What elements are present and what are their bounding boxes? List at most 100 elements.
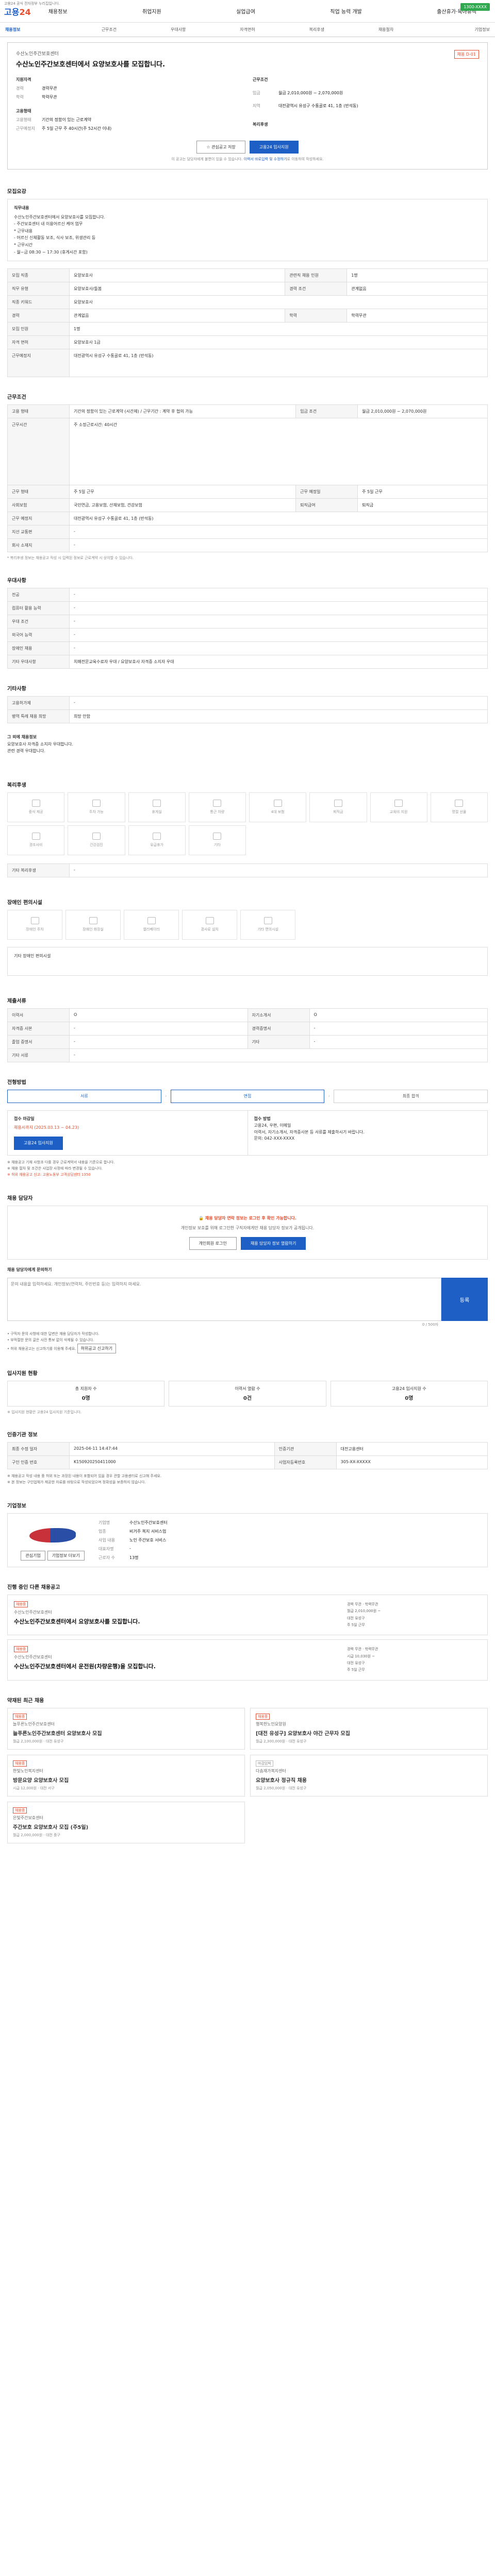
tab-welfare[interactable]: 복리후생 [282, 27, 351, 32]
cell-key: 임금 조건 [295, 404, 358, 419]
welfare-item: 퇴직금 [309, 792, 367, 822]
cell-key: 근무 형태 [7, 485, 70, 499]
pension-icon [334, 800, 342, 807]
procedure-flow: 서류 › 면접 › 최종 합격 [7, 1089, 488, 1103]
gnav-item[interactable]: 실업급여 [232, 7, 259, 15]
cell-key: 사업자등록번호 [274, 1455, 337, 1470]
report-button[interactable]: 허위공고 신고하기 [77, 1343, 117, 1354]
note-line: ※ 채용공고 기재 사항과 다를 경우 근로계약서 내용을 기준으로 합니다. [7, 1160, 115, 1165]
scrap-button[interactable]: ☆ 관심공고 저장 [196, 141, 245, 154]
logo-num: 24 [19, 7, 31, 17]
scrap-label: 관심공고 저장 [211, 145, 236, 149]
tab-license[interactable]: 자격면허 [213, 27, 282, 32]
follow-company-button[interactable]: 관심기업 [21, 1551, 45, 1561]
recent-card-title[interactable]: 방문요양 요양보호사 모집 [13, 1776, 239, 1784]
cell-key: 근무예정지 [7, 349, 70, 378]
cell-val: - [69, 538, 488, 553]
recent-org: 행복한노인요양원 [256, 1721, 286, 1726]
cell-key: 모집 직종 [7, 268, 70, 283]
cell-val: 관계없음 [346, 282, 488, 296]
contact-actions: 개인회원 로그인 채용 담당자 정보 열람하기 [17, 1237, 478, 1250]
method-title: 접수 방법 [254, 1116, 271, 1121]
tab-conditions[interactable]: 근무조건 [74, 27, 143, 32]
recent-card[interactable]: 마감임박 다솜재가복지센터 요양보호사 정규직 채용 월급 2,050,000원 · … [250, 1754, 488, 1797]
qa-input[interactable] [7, 1278, 441, 1321]
recent-card-title[interactable]: 주간보호 요양보호사 모집 (주5일) [13, 1823, 239, 1831]
docs-table: 이력서 O 자기소개서 O 자격증 사본 - 경력증명서 - 졸업 증명서 - 기타 - 기타 서… [7, 1008, 488, 1062]
contact-warn-text: 채용 담당자 연락 정보는 로그인 후 확인 가능합니다. [205, 1216, 296, 1221]
bus-icon [213, 800, 222, 807]
cell-val: - [69, 1048, 488, 1062]
disab-label: 경사로 설치 [201, 927, 219, 932]
cell-val: 퇴직금 [357, 498, 488, 513]
contact-info-button[interactable]: 채용 담당자 정보 열람하기 [240, 1237, 306, 1250]
recent-card[interactable]: 채용중 행복한노인요양원 [대전 유성구] 요양보호사 야간 근무자 모집 월급 2,… [250, 1707, 488, 1750]
company-logo-col: 관심기업 기업정보 더보기 [14, 1520, 91, 1561]
cell-val: - [69, 615, 488, 629]
job-desc-label: 직무내용 [14, 206, 29, 210]
tab-prefer[interactable]: 우대사항 [144, 27, 213, 32]
job-desc-line: - 월~금 08:30 ~ 17:30 (휴게시간 포함) [14, 249, 88, 255]
recent-card-title[interactable]: 늘푸른노인주간보호센터 요양보호사 모집 [13, 1729, 239, 1737]
job-card-main: 채용중 수산노인주간보호센터 수산노인주간보호센터에서 요양보호사를 모집합니다… [14, 1601, 347, 1629]
company-key: 기업명 [98, 1520, 110, 1526]
bullet-line: • 구직자 문의 사항에 대한 답변은 채용 담당자가 작성합니다. [7, 1332, 100, 1336]
apply-button[interactable]: 고용24 입사지원 [249, 141, 299, 154]
gnav-item[interactable]: 직업 능력 개발 [326, 7, 366, 15]
site-logo[interactable]: 고용24 [4, 5, 31, 18]
note-line: ※ 채용 절차 및 조건은 사업장 사정에 따라 변경될 수 있습니다. [7, 1166, 103, 1171]
tab-recruit[interactable]: 채용정보 [5, 27, 74, 32]
welfare-item: 통근 차량 [188, 792, 246, 822]
lounge-icon [153, 800, 161, 807]
top-bar: 고용24 채용정보 취업지원 실업급여 직업 능력 개발 출산휴가·육아휴직 1… [0, 0, 495, 23]
parking-icon [30, 917, 39, 925]
resume-link[interactable]: 이력서 바로입력 및 수정하기 [244, 157, 287, 161]
recent-card[interactable]: 채용중 은빛주간보호센터 주간보호 요양보호사 모집 (주5일) 월급 2,000,0… [7, 1801, 245, 1843]
cell-val: - [69, 1021, 248, 1036]
disab-label: 엘리베이터 [143, 927, 160, 932]
cell-key: 컴퓨터 활용 능력 [7, 601, 70, 616]
login-button[interactable]: 개인회원 로그인 [189, 1237, 237, 1250]
cell-key: 모집 인원 [7, 322, 70, 336]
recent-card[interactable]: 채용중 한빛노인복지센터 방문요양 요양보호사 모집 시급 12,000원 · 대전 … [7, 1754, 245, 1797]
recent-meta: 월급 2,050,000원 · 대전 유성구 [256, 1786, 307, 1790]
gnav-item[interactable]: 채용정보 [44, 7, 72, 15]
table-row: 전공 - [7, 588, 488, 602]
method-line: 이력서, 자기소개서, 자격증사본 등 서류를 제출하시기 바랍니다. [254, 1129, 365, 1134]
recent-card[interactable]: 채용중 늘푸른노인주간보호센터 늘푸른노인주간보호센터 요양보호사 모집 월급 2,1… [7, 1707, 245, 1750]
job-card-title[interactable]: 수산노인주간보호센터에서 요양보호사를 모집합니다. [14, 1617, 347, 1625]
meta-line: 주 5일 근무 [347, 1623, 365, 1628]
cell-key: 관련직 채용 인원 [285, 268, 348, 283]
company-key: 업종 [98, 1529, 106, 1534]
company-logo [14, 1520, 91, 1551]
cell-key: 구인 인증 번호 [7, 1455, 70, 1470]
job-card[interactable]: 채용중 수산노인주간보호센터 수산노인주간보호센터에서 운전원(차량운행)을 모… [7, 1639, 488, 1681]
company-more-button[interactable]: 기업정보 더보기 [47, 1551, 85, 1561]
cell-val: - [69, 601, 488, 616]
apply-button-2[interactable]: 고용24 입사지원 [14, 1136, 63, 1150]
qa-send-button[interactable]: 등록 [441, 1278, 488, 1321]
cell-val: 요양보호사 1급 [69, 335, 488, 350]
top-ad-button[interactable]: 1300-XXXX [460, 3, 490, 11]
job-card[interactable]: 채용중 수산노인주간보호센터 수산노인주간보호센터에서 요양보호사를 모집합니다… [7, 1595, 488, 1636]
company-name[interactable]: 수산노인주간보호센터 [16, 50, 479, 57]
stats-row: 총 지원자 수 0명 이력서 열람 수 0건 고용24 입사지원 수 0명 [7, 1381, 488, 1407]
cell-key: 경력 [7, 309, 70, 323]
summary-key: 임금 [253, 90, 260, 95]
summary-val: 기간의 정함이 있는 근로계약 [42, 117, 91, 122]
meta-line: 대전 유성구 [347, 1616, 365, 1620]
note-line: ※ 허위 채용공고 신고: 고용노동부 고객상담센터 1350 [7, 1173, 91, 1177]
tab-procedure[interactable]: 채용절차 [351, 27, 420, 32]
header-actions: ☆ 관심공고 저장 고용24 입사지원 [16, 141, 479, 154]
other-jobs-title: 진행 중인 다른 채용공고 [7, 1585, 60, 1591]
company-key: 근로자 수 [98, 1555, 115, 1561]
recent-card-title[interactable]: [대전 유성구] 요양보호사 야간 근무자 모집 [256, 1729, 482, 1737]
job-card-title[interactable]: 수산노인주간보호센터에서 운전원(차량운행)을 모집합니다. [14, 1662, 347, 1670]
cell-val: 관계없음 [69, 309, 286, 323]
disab-item: 장애인 주차 [7, 909, 63, 940]
recent-card-title[interactable]: 요양보호사 정규직 채용 [256, 1776, 482, 1784]
recent-org: 다솜재가복지센터 [256, 1768, 286, 1773]
global-nav: 채용정보 취업지원 실업급여 직업 능력 개발 출산휴가·육아휴직 [34, 7, 491, 15]
tab-company[interactable]: 기업정보 [421, 27, 490, 32]
gnav-item[interactable]: 취업지원 [138, 7, 166, 15]
